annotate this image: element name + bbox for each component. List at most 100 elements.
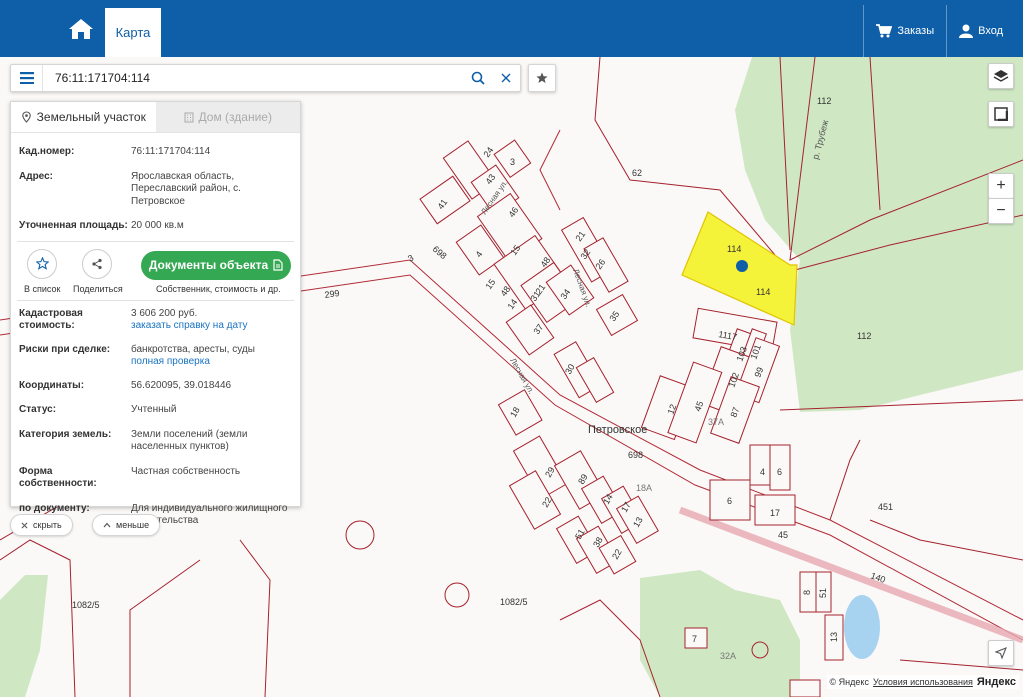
coordinates-key: Координаты: — [19, 379, 85, 391]
coordinates-value: 56.620095, 39.018446 — [131, 379, 232, 391]
add-to-list-label: В список — [24, 283, 61, 294]
login-button[interactable]: Вход — [946, 5, 1023, 57]
orders-button[interactable]: Заказы — [863, 5, 946, 57]
village-label: Петровское — [588, 424, 647, 436]
row-risks: Риски при сделке: банкротства, аресты, с… — [11, 344, 300, 369]
search-bar: 76:11:171704:114 — [10, 64, 521, 92]
documents-sub-label: Собственник, стоимость и др. — [156, 283, 281, 294]
plot-label: 114 — [756, 287, 770, 297]
category-key: Категория земель: — [19, 428, 112, 440]
cost-amount: 3 606 200 руб. — [131, 307, 198, 319]
parcel-label: 1082/5 — [72, 600, 100, 610]
layers-icon — [993, 70, 1009, 82]
page: 114 114 112 112 62 451 698 698 299 1082/… — [0, 0, 1023, 697]
cost-key: Кадастровая стоимость: — [19, 308, 131, 333]
home-button[interactable] — [62, 12, 100, 46]
panel-tabs: Земельный участок Дом (здание) — [11, 102, 300, 133]
less-label: меньше — [116, 520, 150, 530]
layers-button[interactable] — [988, 63, 1014, 89]
hide-label: скрыть — [33, 520, 62, 530]
row-cadastral-cost: Кадастровая стоимость: 3 606 200 руб. зака… — [11, 308, 300, 333]
divider — [17, 299, 294, 301]
yandex-logo[interactable]: Яндекс — [977, 676, 1016, 688]
order-certificate-link[interactable]: заказать справку на дату — [131, 320, 292, 333]
fullscreen-button[interactable] — [988, 101, 1014, 127]
parcel-label: 299 — [324, 288, 340, 300]
forest-area-north — [735, 57, 1023, 412]
frame-icon — [994, 107, 1008, 121]
zoom-in-button[interactable]: + — [988, 173, 1014, 199]
share-button[interactable] — [82, 248, 112, 279]
map-attribution: © Яндекс Условия использования Яндекс — [826, 675, 1019, 689]
star-outline-icon — [35, 257, 49, 270]
minus-icon: − — [996, 202, 1006, 219]
tab-house[interactable]: Дом (здание) — [155, 102, 300, 132]
address-value: Ярославская область, Переславский район, … — [131, 171, 292, 209]
hide-panel-button[interactable]: скрыть — [10, 514, 73, 536]
full-check-link[interactable]: полная проверка — [131, 356, 292, 369]
lake — [844, 595, 880, 659]
parcel-label: 451 — [878, 502, 893, 512]
category-line2: населенных пунктов) — [131, 441, 229, 452]
risks-text: банкротства, аресты, суды — [131, 343, 255, 355]
parcel-label: 45 — [778, 530, 788, 540]
top-navigation-bar: Карта Заказы Вход — [0, 0, 1023, 57]
forest-area-west — [0, 575, 48, 697]
document-icon — [273, 259, 283, 271]
tab-land-plot[interactable]: Земельный участок — [11, 102, 156, 132]
row-status: Статус: Учтенный — [11, 404, 300, 417]
clear-button[interactable] — [492, 65, 520, 91]
collapse-panel-button[interactable]: меньше — [92, 514, 161, 536]
object-documents-button[interactable]: Документы объекта — [141, 250, 291, 280]
object-info-panel: Земельный участок Дом (здание) Кад.номер… — [10, 101, 301, 526]
zoom-out-button[interactable]: − — [988, 198, 1014, 224]
navigation-arrow-icon — [995, 647, 1007, 659]
cad-number-key: Кад.номер: — [19, 146, 75, 157]
plot-marker[interactable] — [736, 260, 748, 272]
parcel-label: 6 — [727, 496, 732, 506]
parcel-label: 112 — [857, 331, 871, 341]
orders-label: Заказы — [897, 25, 935, 37]
risks-key: Риски при сделке: — [19, 343, 111, 355]
panel-actions: В список Поделиться Документы объекта Со… — [11, 242, 300, 300]
row-ownership: Форма собственности: Частная собственнос… — [11, 466, 300, 491]
share-icon — [92, 258, 102, 269]
tab-house-label: Дом (здание) — [198, 110, 272, 124]
cost-key-line2: стоимость: — [19, 320, 75, 331]
area-key: Уточненная площадь: — [19, 220, 128, 231]
home-icon — [69, 19, 93, 39]
parcel-label: 1082/5 — [500, 597, 528, 607]
cad-number-link[interactable]: 76:11:171704:114 — [131, 146, 292, 159]
geolocation-button[interactable] — [988, 640, 1014, 666]
parcel-label: 37А — [708, 417, 724, 427]
chevron-up-icon — [103, 522, 111, 528]
add-to-list-button[interactable] — [27, 248, 57, 279]
forest-area-south — [640, 570, 800, 697]
header-actions: Заказы Вход — [863, 5, 1023, 57]
building-icon — [184, 112, 194, 122]
area-value: 20 000 кв.м — [131, 220, 184, 231]
parcel-label: 3 — [510, 157, 515, 167]
close-icon — [21, 522, 28, 528]
permitted-use-line1: Для индивидуального жилищного — [131, 502, 288, 514]
parcel-label: 8 — [802, 590, 812, 595]
cost-value: 3 606 200 руб. заказать справку на дату — [131, 308, 292, 333]
menu-button[interactable] — [11, 65, 43, 91]
search-input[interactable]: 76:11:171704:114 — [43, 71, 464, 85]
map-pin-icon — [21, 111, 31, 123]
favorite-button[interactable] — [528, 64, 556, 92]
category-line1: Земли поселений (земли — [131, 428, 248, 440]
parcel-label: 7 — [692, 634, 697, 644]
address-line2: Переславский район, с. Петровское — [131, 183, 241, 207]
terms-of-use-link[interactable]: Условия использования — [873, 677, 973, 687]
parcel-label: 24 — [481, 145, 495, 159]
parcel-label: 698 — [628, 450, 643, 460]
tab-map[interactable]: Карта — [105, 5, 161, 57]
login-label: Вход — [978, 25, 1003, 37]
search-button[interactable] — [464, 65, 492, 91]
cart-icon — [876, 24, 893, 38]
status-value: Учтенный — [131, 404, 177, 415]
ownership-key: Форма собственности: — [19, 465, 97, 490]
category-value: Земли поселений (земли населенных пунктов… — [131, 429, 292, 454]
parcel-label: 51 — [818, 588, 828, 598]
